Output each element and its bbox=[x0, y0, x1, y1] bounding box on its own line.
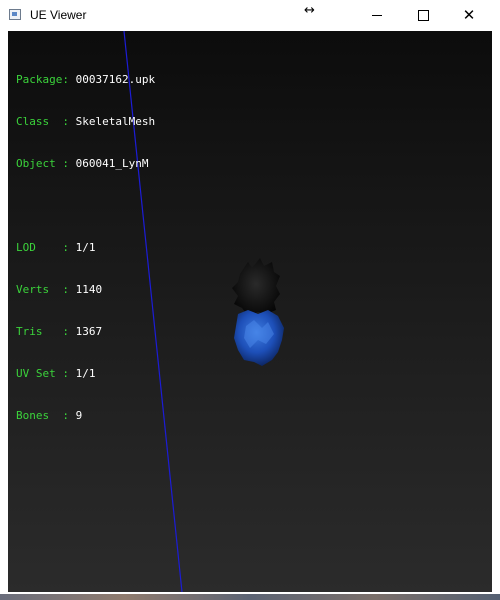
app-icon[interactable] bbox=[9, 9, 21, 20]
info-label: Tris : bbox=[16, 325, 69, 338]
info-row-uvset: UV Set : 1/1 bbox=[16, 367, 155, 381]
info-value: SkeletalMesh bbox=[75, 115, 156, 128]
info-label: Package: bbox=[16, 73, 69, 86]
mesh-hair bbox=[232, 258, 280, 316]
info-value: 9 bbox=[75, 409, 83, 422]
info-value: 1/1 bbox=[75, 241, 96, 254]
window-title: UE Viewer bbox=[30, 8, 87, 22]
info-label: LOD : bbox=[16, 241, 69, 254]
info-row-lod: LOD : 1/1 bbox=[16, 241, 155, 255]
info-label: UV Set : bbox=[16, 367, 69, 380]
close-button[interactable]: ✕ bbox=[446, 0, 492, 31]
info-label: Bones : bbox=[16, 409, 69, 422]
info-label: Class : bbox=[16, 115, 69, 128]
info-row-tris: Tris : 1367 bbox=[16, 325, 155, 339]
info-label: Object : bbox=[16, 157, 69, 170]
ue-viewer-window: UE Viewer ↔ ✕ Package: 00037162.upk Clas… bbox=[0, 0, 500, 594]
title-bar[interactable]: UE Viewer ↔ ✕ bbox=[0, 0, 500, 31]
info-value: 00037162.upk bbox=[75, 73, 156, 86]
info-label: Verts : bbox=[16, 283, 69, 296]
info-value: 1/1 bbox=[75, 367, 96, 380]
close-icon: ✕ bbox=[462, 6, 476, 24]
info-row-package: Package: 00037162.upk bbox=[16, 73, 155, 87]
info-value: 060041_LynM bbox=[75, 157, 149, 170]
skeletal-mesh-model[interactable] bbox=[218, 256, 298, 376]
info-row-bones: Bones : 9 bbox=[16, 409, 155, 423]
maximize-button[interactable] bbox=[400, 0, 446, 31]
3d-viewport[interactable]: Package: 00037162.upk Class : SkeletalMe… bbox=[8, 31, 492, 592]
info-row-class: Class : SkeletalMesh bbox=[16, 115, 155, 129]
info-value: 1140 bbox=[75, 283, 103, 296]
mesh-info-panel: Package: 00037162.upk Class : SkeletalMe… bbox=[16, 45, 155, 451]
resize-cursor-icon: ↔ bbox=[304, 3, 315, 18]
info-row-object: Object : 060041_LynM bbox=[16, 157, 155, 171]
maximize-icon bbox=[417, 10, 429, 21]
minimize-icon bbox=[372, 15, 382, 16]
minimize-button[interactable] bbox=[354, 0, 400, 31]
info-row-verts: Verts : 1140 bbox=[16, 283, 155, 297]
info-value: 1367 bbox=[75, 325, 103, 338]
